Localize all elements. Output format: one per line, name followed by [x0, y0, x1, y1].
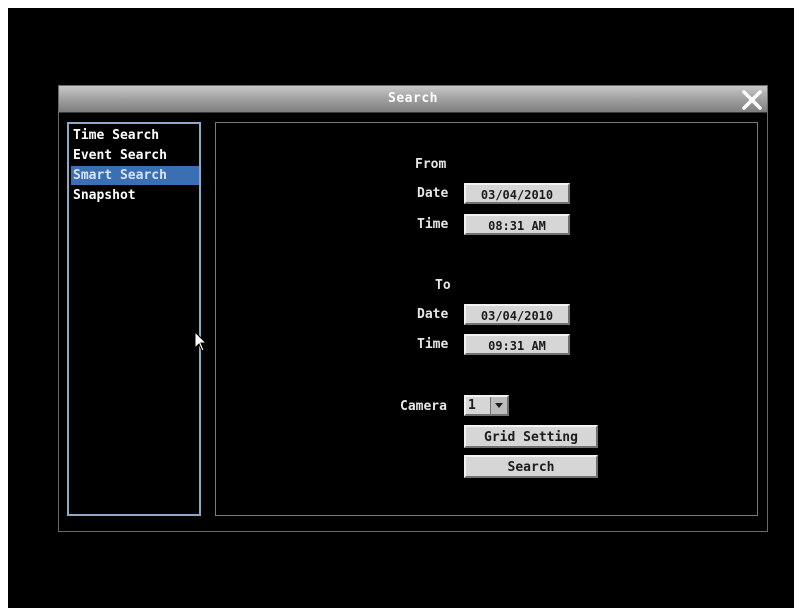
to-time-field[interactable]: 09:31 AM: [464, 334, 570, 355]
smart-search-panel: From Date 03/04/2010 Time 08:31 AM To Da…: [215, 122, 758, 516]
camera-selected-value: 1: [468, 398, 476, 413]
from-date-field[interactable]: 03/04/2010: [464, 183, 570, 204]
grid-setting-button[interactable]: Grid Setting: [464, 425, 598, 448]
search-button[interactable]: Search: [464, 455, 598, 478]
to-heading: To: [435, 278, 451, 293]
title-bar: Search: [59, 86, 767, 113]
to-date-label: Date: [417, 307, 449, 322]
menu-item-event-search[interactable]: Event Search: [71, 146, 199, 165]
close-x-icon: [742, 90, 762, 110]
mouse-pointer-icon: [194, 330, 208, 353]
window-title: Search: [388, 91, 438, 106]
close-button[interactable]: [741, 86, 763, 112]
chevron-down-icon: [490, 397, 507, 414]
search-mode-menu: Time Search Event Search Smart Search Sn…: [67, 122, 201, 516]
from-heading: From: [415, 157, 447, 172]
from-time-label: Time: [417, 217, 449, 232]
from-date-label: Date: [417, 186, 449, 201]
dvr-screen: Search Time Search Event Search Smart Se…: [8, 8, 794, 608]
menu-item-smart-search[interactable]: Smart Search: [71, 166, 199, 185]
camera-label: Camera: [400, 399, 447, 414]
camera-dropdown[interactable]: 1: [464, 395, 509, 416]
menu-item-snapshot[interactable]: Snapshot: [71, 186, 199, 205]
from-time-field[interactable]: 08:31 AM: [464, 214, 570, 235]
to-time-label: Time: [417, 337, 449, 352]
to-date-field[interactable]: 03/04/2010: [464, 304, 570, 325]
menu-item-time-search[interactable]: Time Search: [71, 126, 199, 145]
search-window: Search Time Search Event Search Smart Se…: [58, 85, 768, 532]
